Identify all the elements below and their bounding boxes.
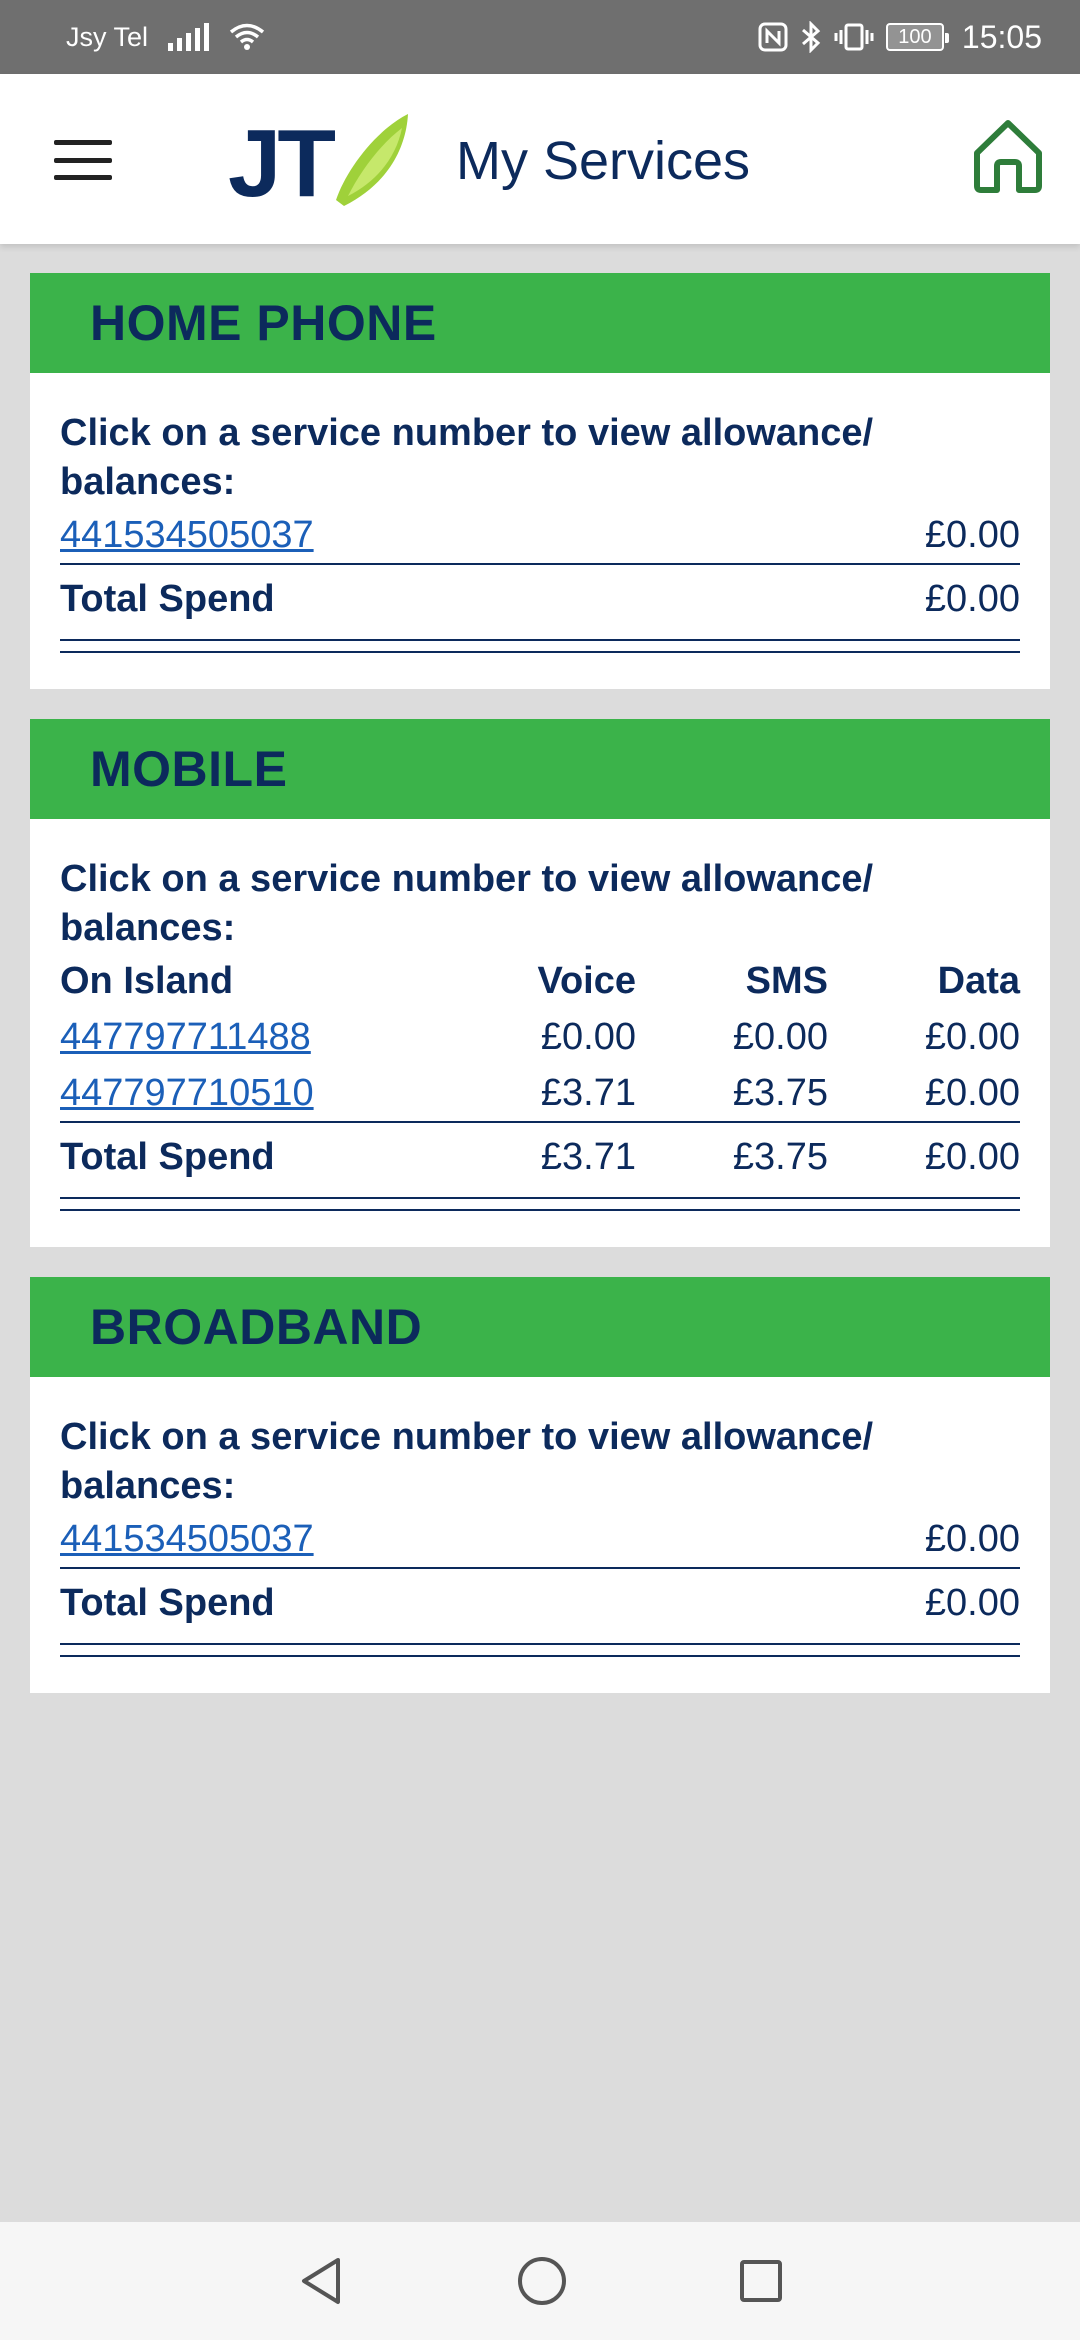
home-phone-service-link[interactable]: 441534505037 xyxy=(60,514,314,557)
vibrate-icon xyxy=(834,23,874,51)
status-bar: Jsy Tel 100 15:05 xyxy=(0,0,1080,74)
mobile-column-headers: On Island Voice SMS Data xyxy=(60,953,1020,1009)
recents-icon[interactable] xyxy=(738,2258,784,2304)
mobile-card: MOBILE Click on a service number to view… xyxy=(30,719,1050,1247)
total-label: Total Spend xyxy=(60,1581,275,1624)
double-divider xyxy=(60,639,1020,653)
wifi-icon xyxy=(229,23,265,50)
total-label: Total Spend xyxy=(60,1135,275,1178)
home-phone-card: HOME PHONE Click on a service number to … xyxy=(30,273,1050,689)
col-data: Data xyxy=(937,959,1020,1002)
data-value: £0.00 xyxy=(924,1015,1020,1058)
total-voice: £3.71 xyxy=(540,1135,636,1178)
total-data: £0.00 xyxy=(924,1135,1020,1178)
mobile-title: MOBILE xyxy=(90,741,288,797)
voice-value: £0.00 xyxy=(540,1015,636,1058)
logo-text: JT xyxy=(228,110,335,210)
col-voice: Voice xyxy=(537,959,636,1002)
broadband-instruction: Click on a service number to view allowa… xyxy=(60,1416,874,1507)
sms-value: £0.00 xyxy=(732,1015,828,1058)
page-title: My Services xyxy=(456,131,751,191)
nfc-icon xyxy=(758,22,788,52)
signal-icon xyxy=(168,23,210,51)
col-on-island: On Island xyxy=(60,959,234,1002)
service-amount: £0.00 xyxy=(924,1517,1020,1560)
mobile-header: MOBILE xyxy=(30,719,1050,819)
data-value: £0.00 xyxy=(924,1071,1020,1114)
clock: 15:05 xyxy=(961,18,1042,55)
voice-value: £3.71 xyxy=(540,1071,636,1114)
service-row: 447797710510 £3.71 £3.75 £0.00 xyxy=(60,1065,1020,1121)
col-sms: SMS xyxy=(745,959,828,1002)
broadband-header: BROADBAND xyxy=(30,1277,1050,1377)
service-row: 441534505037 £0.00 xyxy=(60,507,1020,563)
service-row: 441534505037 £0.00 xyxy=(60,1511,1020,1567)
total-row: Total Spend £0.00 xyxy=(60,565,1020,633)
service-row: 447797711488 £0.00 £0.00 £0.00 xyxy=(60,1009,1020,1065)
back-icon[interactable] xyxy=(296,2255,346,2307)
total-row: Total Spend £0.00 xyxy=(60,1569,1020,1637)
double-divider xyxy=(60,1643,1020,1657)
total-sms: £3.75 xyxy=(732,1135,828,1178)
total-label: Total Spend xyxy=(60,577,275,620)
carrier-name: Jsy Tel xyxy=(66,21,149,52)
mobile-service-link-1[interactable]: 447797711488 xyxy=(60,1016,311,1058)
mobile-service-link-2[interactable]: 447797710510 xyxy=(60,1072,314,1114)
bluetooth-icon xyxy=(801,21,821,53)
total-row: Total Spend £3.71 £3.75 £0.00 xyxy=(60,1123,1020,1191)
home-phone-header: HOME PHONE xyxy=(30,273,1050,373)
broadband-service-link[interactable]: 441534505037 xyxy=(60,1518,314,1561)
mobile-instruction: Click on a service number to view allowa… xyxy=(60,858,874,949)
sms-value: £3.75 xyxy=(732,1071,828,1114)
home-phone-title: HOME PHONE xyxy=(90,295,437,351)
menu-icon[interactable] xyxy=(54,140,112,180)
total-amount: £0.00 xyxy=(924,1581,1020,1624)
total-amount: £0.00 xyxy=(924,577,1020,620)
system-nav-bar xyxy=(0,2222,1080,2340)
battery-level: 100 xyxy=(898,25,932,48)
app-header: JT My Services xyxy=(0,74,1080,244)
double-divider xyxy=(60,1197,1020,1211)
jt-logo: JT xyxy=(228,110,408,210)
home-icon[interactable] xyxy=(972,118,1044,194)
service-amount: £0.00 xyxy=(924,513,1020,556)
home-circle-icon[interactable] xyxy=(516,2255,568,2307)
broadband-title: BROADBAND xyxy=(90,1299,423,1355)
home-phone-instruction: Click on a service number to view allowa… xyxy=(60,412,874,503)
broadband-card: BROADBAND Click on a service number to v… xyxy=(30,1277,1050,1693)
battery-icon: 100 xyxy=(885,23,949,51)
